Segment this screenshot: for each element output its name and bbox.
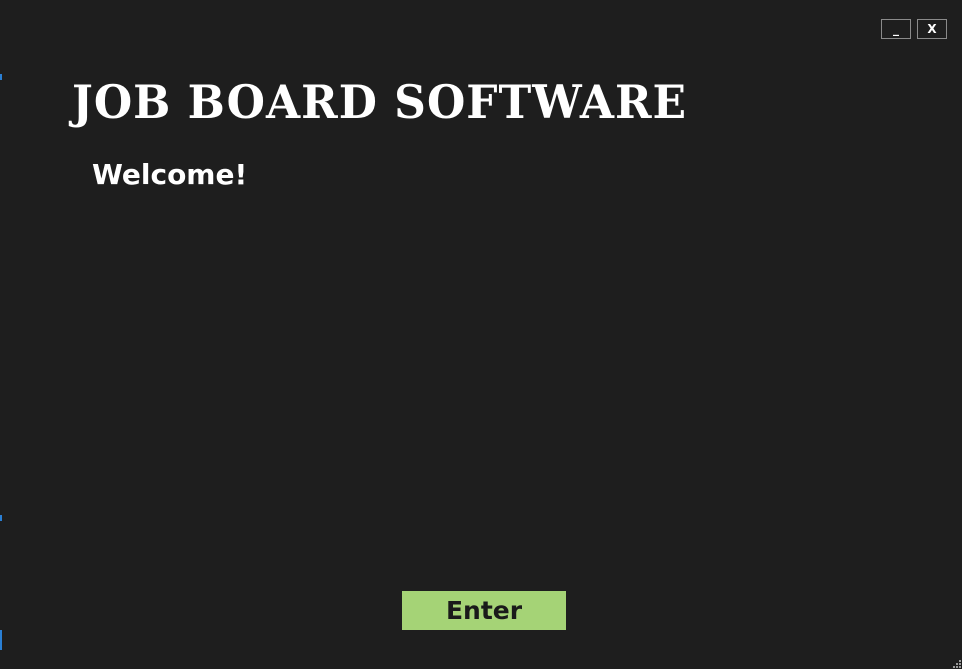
resize-grip-icon[interactable] [953,660,961,668]
welcome-heading: Welcome! [92,158,248,191]
close-button[interactable]: X [917,19,947,39]
edge-accent-mark [0,74,2,80]
app-window: _ X JOB BOARD SOFTWARE Welcome! Enter [0,0,962,669]
minimize-icon: _ [893,22,899,36]
app-title: JOB BOARD SOFTWARE [72,76,688,130]
enter-button[interactable]: Enter [402,591,566,630]
close-icon: X [927,22,937,36]
edge-accent-mark [0,515,2,521]
edge-accent-mark [0,630,2,650]
minimize-button[interactable]: _ [881,19,911,39]
